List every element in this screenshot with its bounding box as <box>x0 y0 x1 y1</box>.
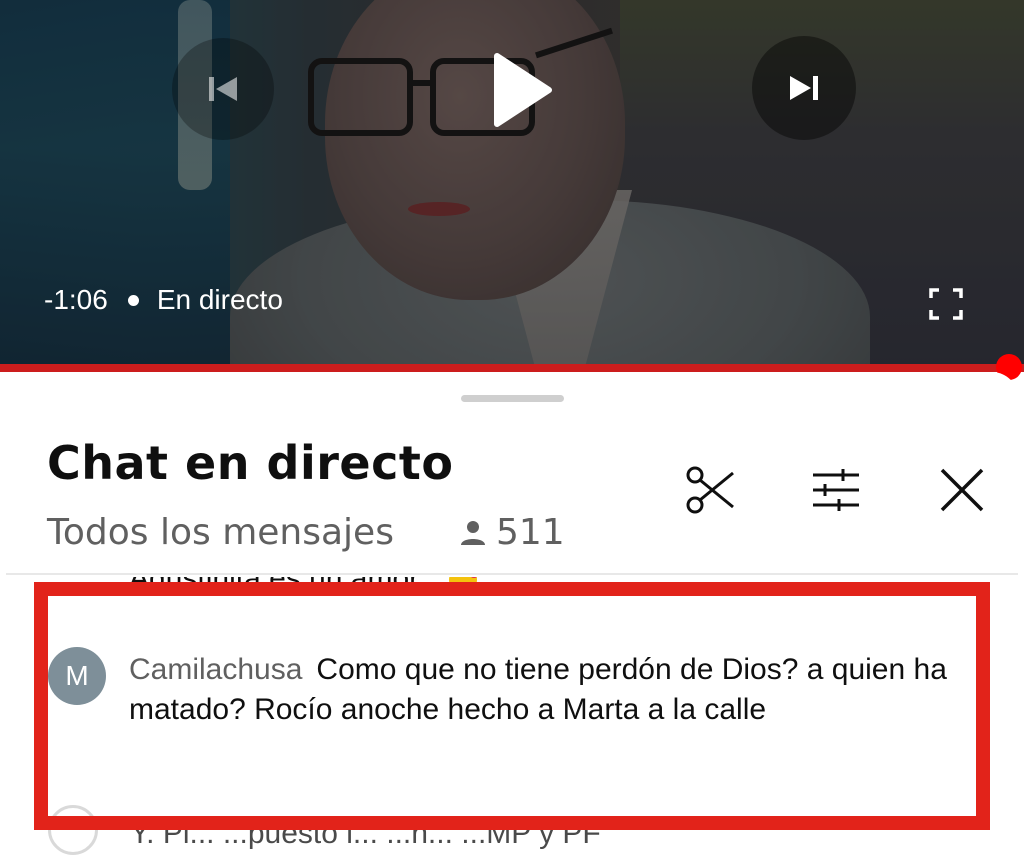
next-button[interactable] <box>752 36 856 140</box>
close-icon <box>940 468 984 512</box>
time-status: -1:06 En directo <box>44 282 283 318</box>
viewer-count: 511 <box>458 512 565 553</box>
message-author[interactable]: Camilachusa <box>129 653 302 686</box>
person-icon <box>461 520 485 545</box>
time-remaining: -1:06 <box>44 284 108 315</box>
message-text: Agustinita es un amor., <box>129 577 435 595</box>
fullscreen-icon <box>929 288 963 320</box>
separator-dot <box>127 294 139 306</box>
scissors-icon <box>686 466 734 514</box>
chat-settings-button[interactable] <box>806 460 866 520</box>
avatar[interactable] <box>48 805 98 855</box>
chat-messages-list: Agustinita es un amor., M Camilachusa Com… <box>6 577 1018 867</box>
avatar[interactable]: M <box>48 647 106 705</box>
message-body: Camilachusa Como que no tiene perdón de D… <box>129 650 989 730</box>
skip-next-icon <box>790 76 818 100</box>
sliders-icon <box>813 469 859 511</box>
play-icon <box>494 53 552 127</box>
fullscreen-button[interactable] <box>924 284 968 324</box>
chat-title: Chat en directo <box>47 436 454 490</box>
clip-button[interactable] <box>680 460 740 520</box>
live-chat-panel: Chat en directo Todos los mensajes 511 A… <box>6 372 1018 867</box>
viewer-count-value: 511 <box>496 512 565 553</box>
video-player[interactable]: -1:06 En directo <box>0 0 1024 372</box>
progress-bar[interactable] <box>0 364 1024 372</box>
chat-message: Y. Pi... ...puesto l... ...ñ... ...MP y … <box>48 795 948 855</box>
header-divider <box>6 573 1018 575</box>
kiss-emoji-icon <box>448 577 479 595</box>
close-chat-button[interactable] <box>932 460 992 520</box>
play-button[interactable] <box>472 40 572 140</box>
chat-filter-dropdown[interactable]: Todos los mensajes <box>47 512 394 553</box>
live-label: En directo <box>156 284 283 315</box>
message-text: Y. Pi... ...puesto l... ...ñ... ...MP y … <box>130 817 601 850</box>
skip-previous-icon <box>209 77 237 101</box>
drag-handle[interactable] <box>461 395 564 402</box>
chat-message: Agustinita es un amor., <box>129 577 479 599</box>
previous-button[interactable] <box>172 38 274 140</box>
